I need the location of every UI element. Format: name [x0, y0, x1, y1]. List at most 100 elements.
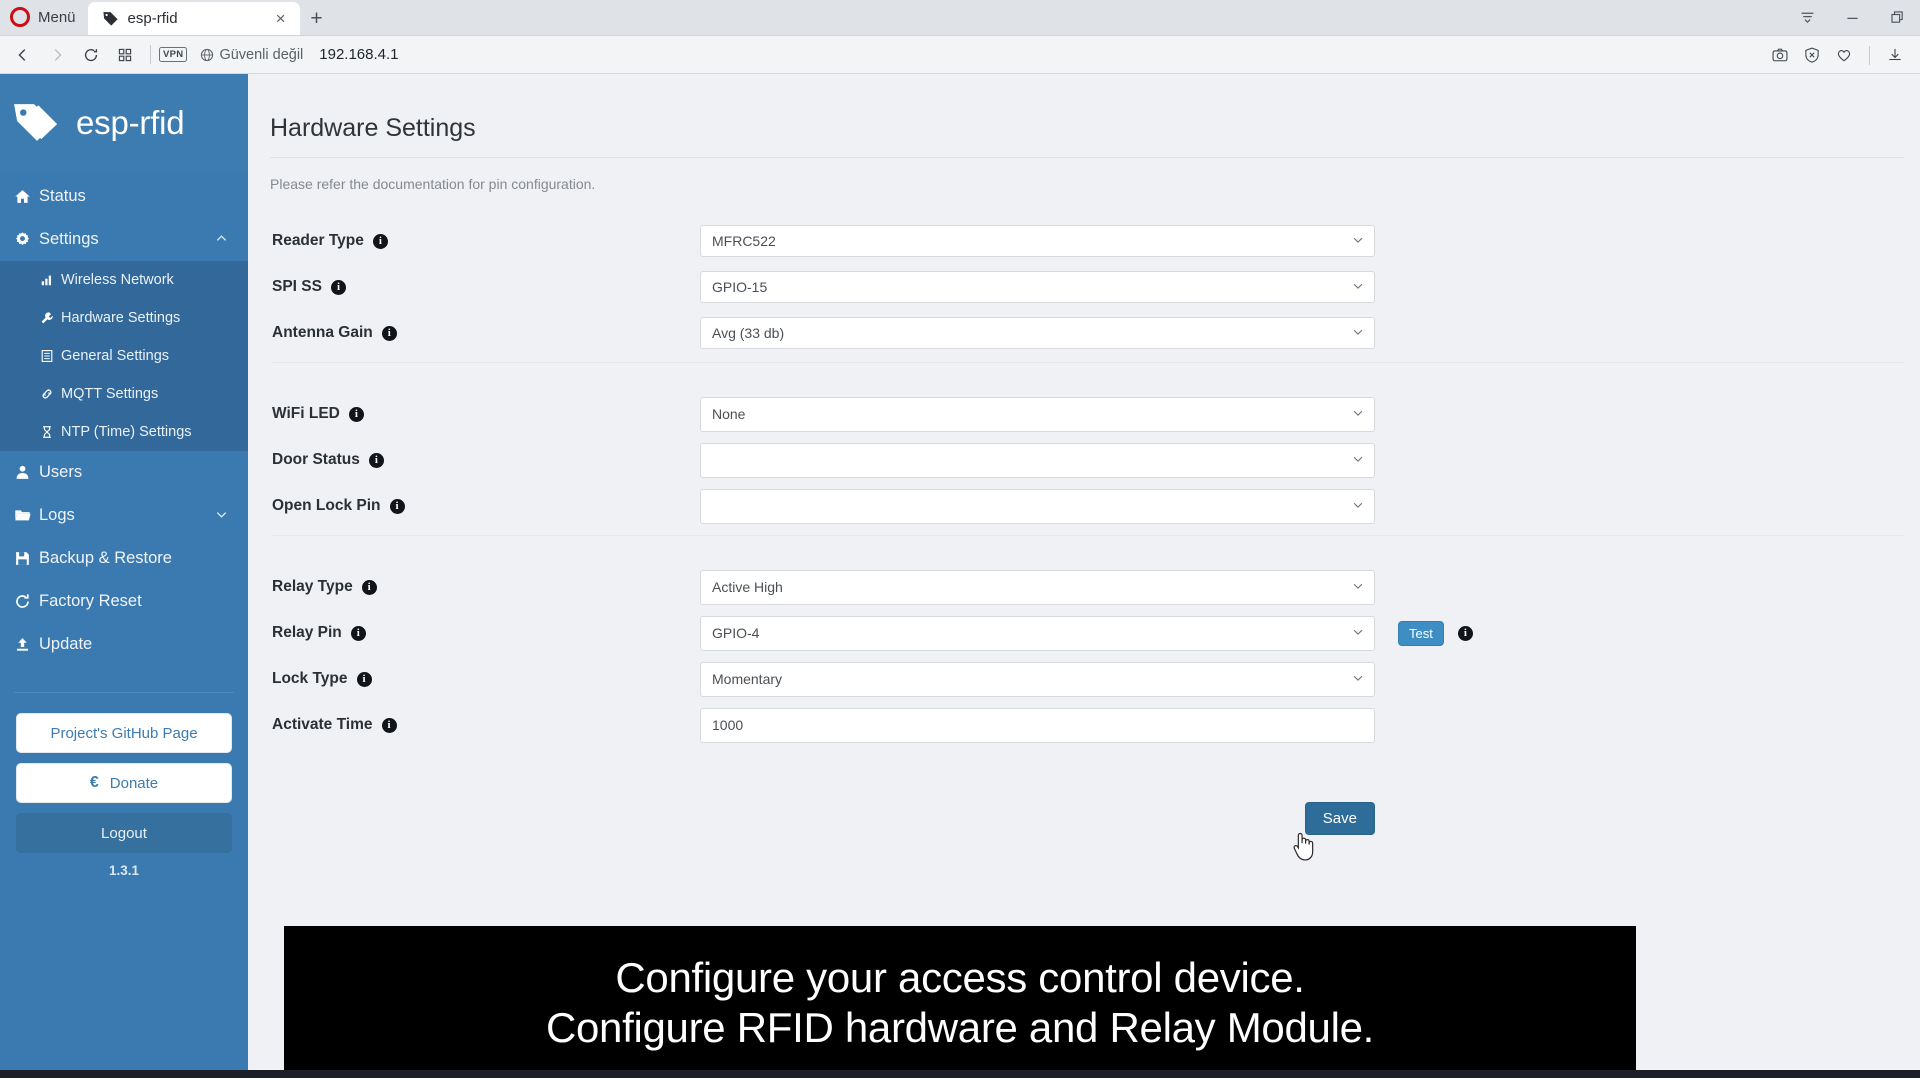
relay-pin-value: GPIO-4 [712, 625, 760, 641]
forward-arrow-icon[interactable] [40, 40, 74, 70]
activate-time-input[interactable]: 1000 [700, 707, 1375, 743]
sidebar-item-hardware-settings[interactable]: Hardware Settings [0, 299, 248, 337]
field-label: Lock Type i [270, 670, 700, 688]
info-icon[interactable]: i [368, 452, 384, 468]
field-label-text: Door Status [272, 451, 360, 468]
relay-pin-select[interactable]: GPIO-4 [700, 615, 1375, 651]
info-icon[interactable]: i [350, 625, 366, 641]
antenna-gain-select[interactable]: Avg (33 db) [700, 317, 1375, 349]
tab-list-icon[interactable] [1785, 0, 1830, 34]
sidebar-item-users[interactable]: Users [0, 451, 248, 494]
toolbar-right-icons [1765, 36, 1910, 74]
sidebar-item-factory-reset[interactable]: Factory Reset [0, 580, 248, 623]
logout-button[interactable]: Logout [16, 813, 232, 853]
refresh-icon [5, 593, 39, 610]
opera-menu-label: Menü [38, 8, 76, 26]
info-icon[interactable]: i [1457, 625, 1473, 641]
brand-header[interactable]: esp-rfid [0, 74, 248, 172]
browser-tab[interactable]: esp-rfid × [87, 2, 300, 35]
field-row-door-status: Door Status i [270, 437, 1920, 483]
taskbar [0, 1070, 1920, 1078]
page-title: Hardware Settings [270, 114, 1904, 158]
door-status-select[interactable] [700, 442, 1375, 478]
chevron-down-icon [1352, 406, 1364, 422]
floppy-icon [5, 550, 39, 567]
chevron-down-icon [1352, 498, 1364, 514]
sidebar-item-wireless-network[interactable]: Wireless Network [0, 261, 248, 299]
minimize-icon[interactable] [1830, 0, 1875, 34]
info-icon[interactable]: i [356, 671, 372, 687]
sidebar-item-update[interactable]: Update [0, 623, 248, 666]
chevron-down-icon [1352, 279, 1364, 295]
field-label: Antenna Gain i [270, 324, 700, 342]
sidebar-item-label: Update [39, 635, 93, 653]
github-page-button[interactable]: Project's GitHub Page [16, 713, 232, 753]
new-tab-button[interactable]: + [300, 2, 334, 35]
wifi-led-select[interactable]: None [700, 396, 1375, 432]
sidebar-item-label: Settings [39, 230, 99, 248]
sidebar-nav: Status Settings Wireless Network Hardwar… [0, 172, 248, 666]
address-bar-url[interactable]: 192.168.4.1 [319, 46, 398, 63]
download-icon[interactable] [1880, 40, 1910, 70]
tab-title: esp-rfid [127, 10, 178, 27]
snapshot-icon[interactable] [1765, 40, 1795, 70]
info-icon[interactable]: i [348, 406, 364, 422]
vpn-badge[interactable]: VPN [159, 47, 188, 62]
save-row: Save [270, 802, 1375, 861]
sidebar-item-mqtt-settings[interactable]: MQTT Settings [0, 375, 248, 413]
close-icon[interactable]: × [270, 8, 292, 30]
wrench-icon [33, 311, 61, 325]
lock-type-select[interactable]: Momentary [700, 661, 1375, 697]
field-label: SPI SS i [270, 278, 700, 296]
opera-menu-button[interactable]: Menü [0, 0, 88, 35]
sidebar-item-settings[interactable]: Settings [0, 218, 248, 261]
spi-ss-select[interactable]: GPIO-15 [700, 271, 1375, 303]
link-icon [33, 387, 61, 401]
field-row-antenna-gain: Antenna Gain i Avg (33 db) [270, 310, 1920, 356]
relay-type-select[interactable]: Active High [700, 569, 1375, 605]
field-control: 1000 [700, 707, 1375, 743]
info-icon[interactable]: i [389, 498, 405, 514]
upload-icon [5, 636, 39, 653]
sidebar-item-label: Users [39, 463, 83, 481]
globe-icon[interactable] [195, 40, 219, 70]
sidebar-item-general-settings[interactable]: General Settings [0, 337, 248, 375]
opera-logo-icon [10, 7, 30, 27]
toolbar-divider [150, 45, 151, 64]
field-label-text: Reader Type [272, 232, 364, 249]
info-icon[interactable]: i [330, 279, 346, 295]
reader-type-select[interactable]: MFRC522 [700, 225, 1375, 257]
field-row-reader-type: Reader Type i MFRC522 [270, 218, 1920, 264]
chevron-down-icon [1352, 625, 1364, 641]
tiles-icon[interactable] [108, 40, 142, 70]
sidebar-item-status[interactable]: Status [0, 175, 248, 218]
field-control: Avg (33 db) [700, 317, 1375, 349]
field-control: Momentary [700, 661, 1375, 697]
chevron-down-icon [215, 508, 228, 524]
open-lock-pin-select[interactable] [700, 488, 1375, 524]
hourglass-icon [33, 425, 61, 439]
field-row-relay-pin: Relay Pin i GPIO-4 Test i [270, 610, 1920, 656]
info-icon[interactable]: i [361, 579, 377, 595]
info-icon[interactable]: i [381, 325, 397, 341]
back-arrow-icon[interactable] [6, 40, 40, 70]
info-icon[interactable]: i [381, 717, 397, 733]
reload-icon[interactable] [74, 40, 108, 70]
info-icon[interactable]: i [372, 233, 388, 249]
sidebar-item-logs[interactable]: Logs [0, 494, 248, 537]
restore-icon[interactable] [1875, 0, 1920, 34]
heart-icon[interactable] [1829, 40, 1859, 70]
sidebar-buttons: Project's GitHub Page € Donate Logout 1.… [0, 693, 248, 878]
field-label: Reader Type i [270, 232, 700, 250]
relay-test-button[interactable]: Test [1398, 620, 1444, 646]
sidebar-item-label: Factory Reset [39, 592, 142, 610]
chevron-down-icon [1352, 579, 1364, 595]
adblock-shield-icon[interactable] [1797, 40, 1827, 70]
field-label-text: Relay Pin [272, 624, 342, 641]
save-button[interactable]: Save [1304, 802, 1375, 835]
sidebar-item-ntp-settings[interactable]: NTP (Time) Settings [0, 413, 248, 451]
field-control: Active High [700, 569, 1375, 605]
sidebar-item-backup-restore[interactable]: Backup & Restore [0, 537, 248, 580]
donate-button[interactable]: € Donate [16, 763, 232, 803]
field-row-open-lock-pin: Open Lock Pin i [270, 483, 1920, 529]
